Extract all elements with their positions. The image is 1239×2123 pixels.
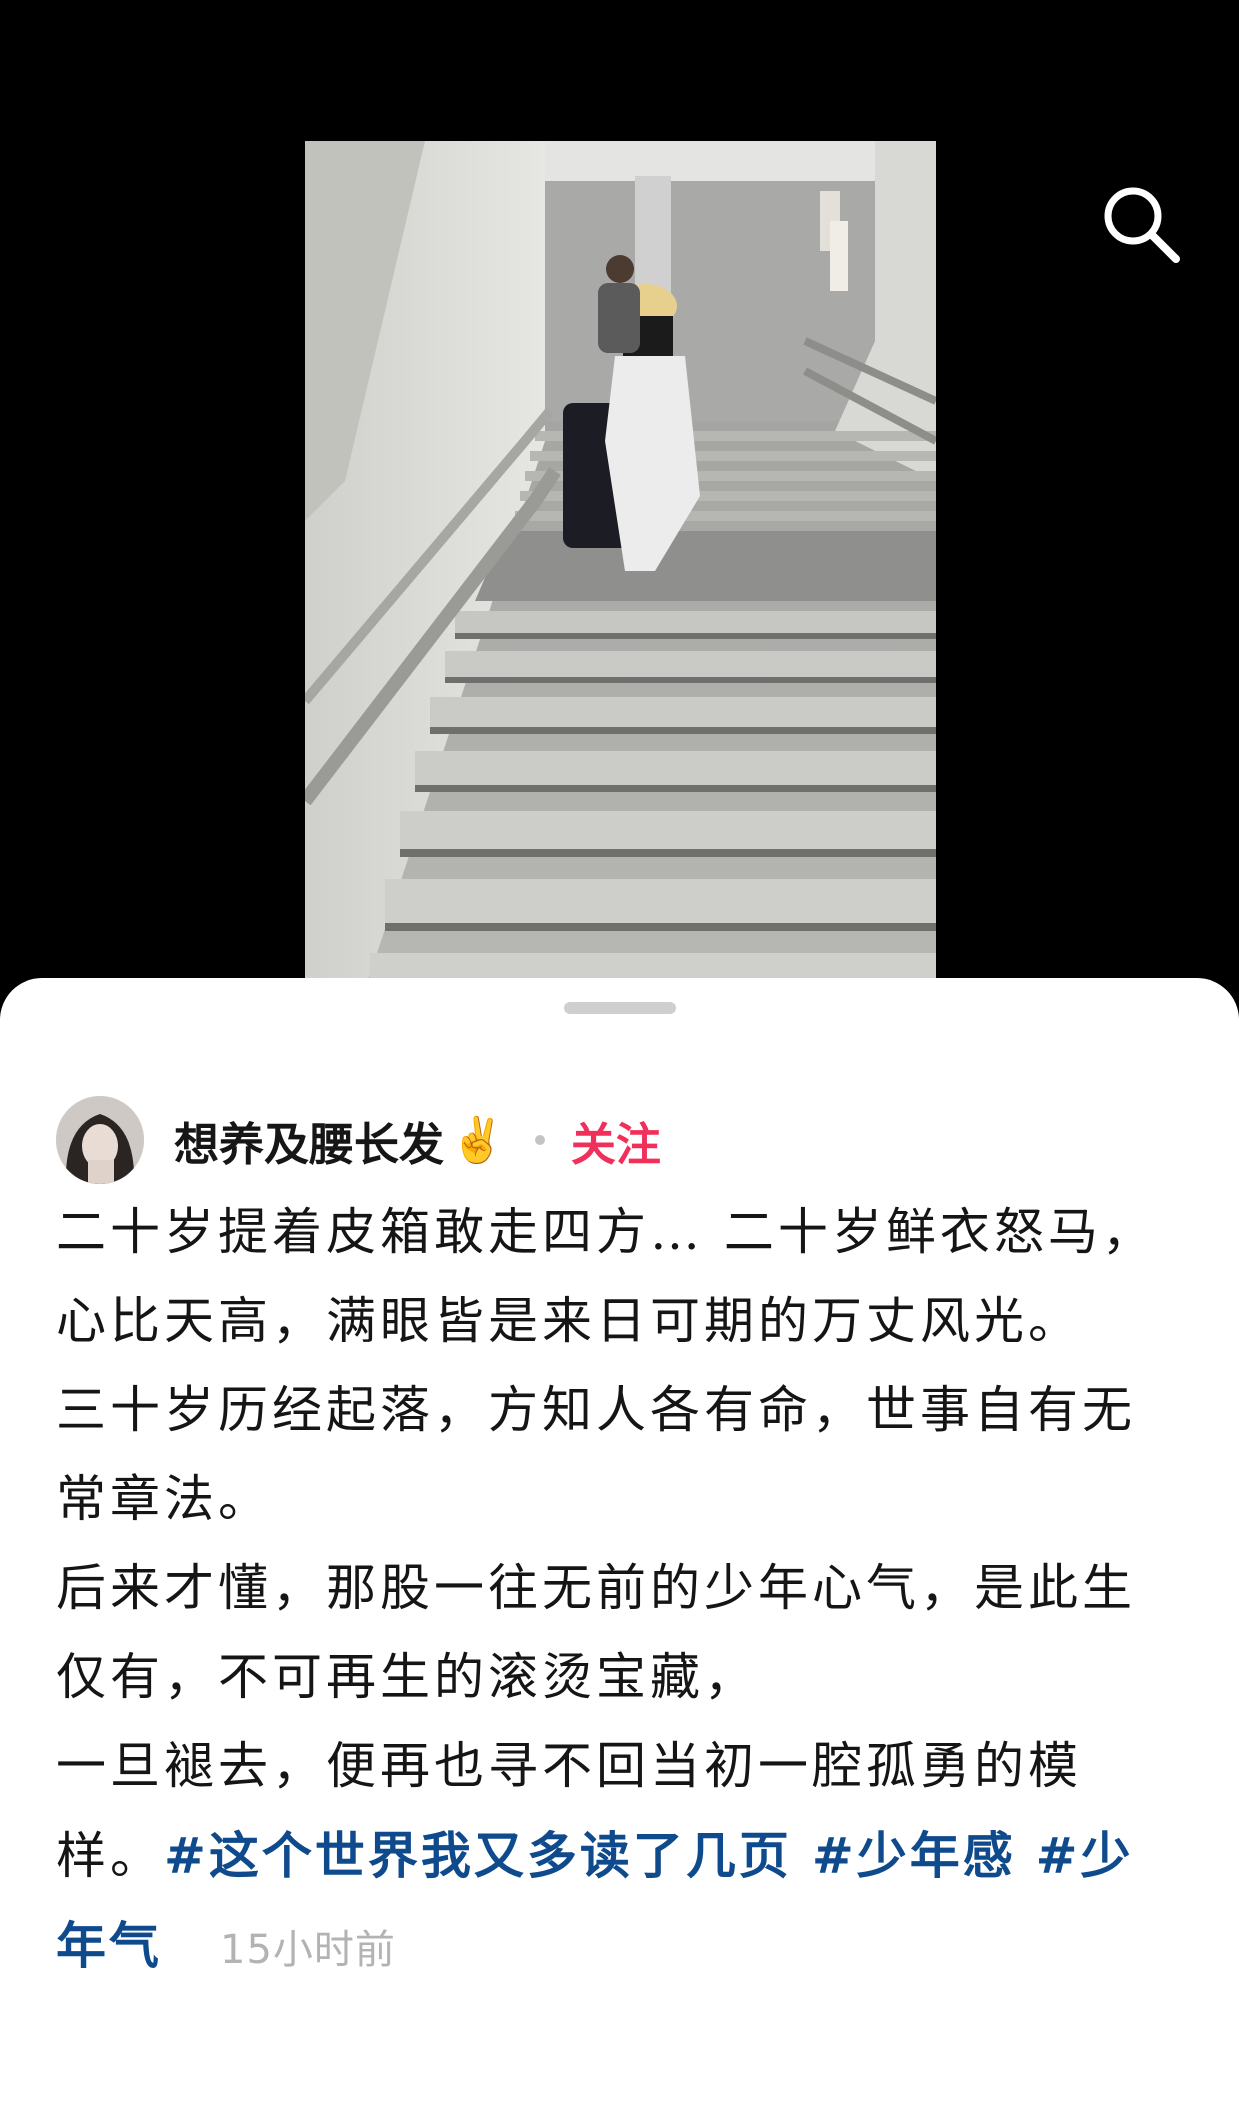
post-paragraph: 三十岁历经起落，方知人各有命，世事自有无常章法。: [56, 1381, 1136, 1528]
post-paragraph-last: 一旦褪去，便再也寻不回当初一腔孤勇的模样。#这个世界我又多读了几页 #少年感 #…: [56, 1722, 1186, 1995]
drag-handle[interactable]: [564, 1002, 676, 1014]
post-timestamp: 15小时前: [220, 1927, 396, 1973]
search-icon: [1104, 187, 1180, 263]
post-sheet: 想养及腰长发 ✌️ 关注 二十岁提着皮箱敢走四方… 二十岁鲜衣怒马，心比天高，满…: [0, 978, 1239, 2123]
avatar-image: [56, 1096, 144, 1184]
hashtag-link[interactable]: #少年感: [812, 1826, 1016, 1885]
video-thumbnail[interactable]: [305, 141, 936, 990]
video-area[interactable]: [0, 0, 1239, 990]
hashtag-link[interactable]: #这个世界我又多读了几页: [164, 1826, 792, 1885]
avatar[interactable]: [56, 1096, 144, 1184]
separator-dot: [534, 1135, 545, 1145]
author-name[interactable]: 想养及腰长发: [174, 1108, 444, 1173]
author-row: 想养及腰长发 ✌️ 关注: [56, 1094, 661, 1186]
search-button[interactable]: [1092, 175, 1188, 271]
post-text: 二十岁提着皮箱敢走四方… 二十岁鲜衣怒马，心比天高，满眼皆是来日可期的万丈风光。…: [56, 1188, 1186, 1995]
follow-button[interactable]: 关注: [571, 1108, 661, 1173]
victory-hand-emoji: ✌️: [450, 1115, 505, 1166]
staircase-photo: [305, 141, 936, 990]
post-paragraph: 二十岁提着皮箱敢走四方… 二十岁鲜衣怒马，心比天高，满眼皆是来日可期的万丈风光。: [56, 1203, 1156, 1350]
post-paragraph: 后来才懂，那股一往无前的少年心气，是此生仅有，不可再生的滚烫宝藏，: [56, 1559, 1136, 1706]
